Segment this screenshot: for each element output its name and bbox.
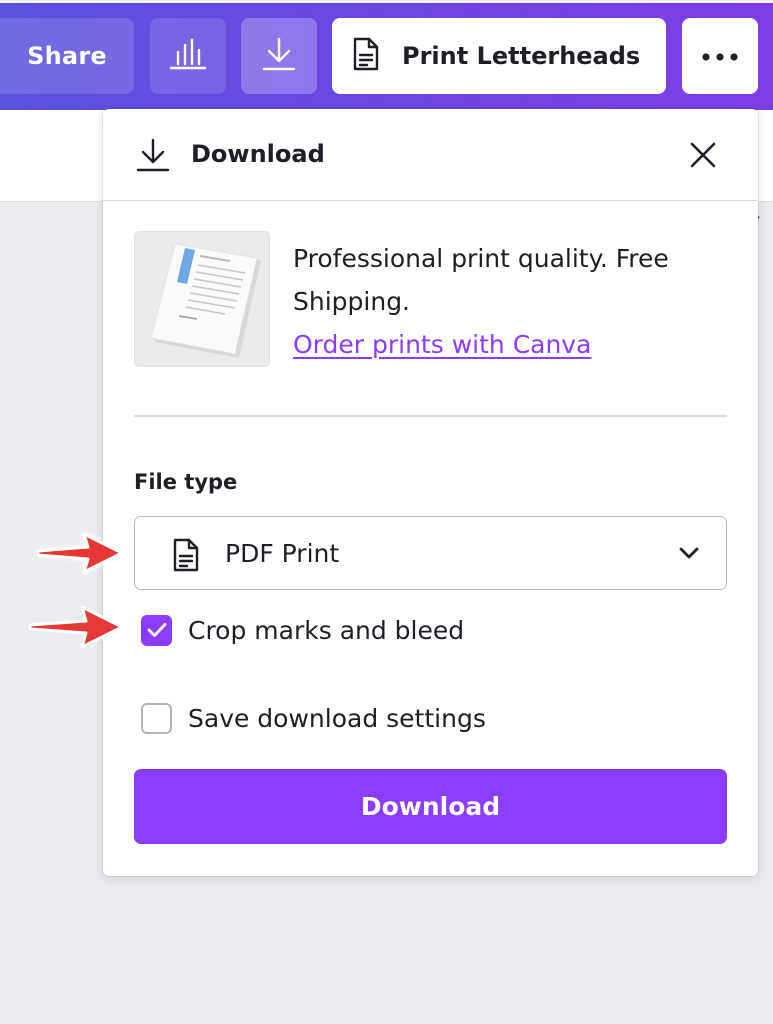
file-type-value: PDF Print	[225, 539, 340, 568]
print-letterheads-label: Print Letterheads	[402, 42, 641, 70]
document-icon	[352, 36, 380, 76]
download-toolbar-button[interactable]	[241, 18, 317, 94]
save-settings-label: Save download settings	[188, 703, 486, 733]
download-panel-header: Download	[103, 109, 758, 201]
save-settings-option[interactable]: Save download settings	[141, 701, 486, 735]
crop-marks-checkbox[interactable]	[141, 614, 172, 646]
file-type-label: File type	[134, 470, 238, 494]
annotation-arrow-icon	[28, 605, 124, 649]
crop-marks-option[interactable]: Crop marks and bleed	[141, 613, 464, 647]
more-dots-icon	[700, 47, 740, 66]
download-icon	[135, 137, 171, 177]
download-button-label: Download	[360, 792, 501, 821]
close-icon[interactable]	[687, 139, 719, 171]
download-icon	[261, 36, 297, 76]
print-letterheads-button[interactable]: Print Letterheads	[332, 18, 666, 94]
panel-title: Download	[191, 140, 325, 168]
document-icon	[172, 537, 200, 577]
top-toolbar: Share Print Letterheads	[0, 0, 773, 110]
annotation-arrow-icon	[36, 532, 124, 574]
chevron-down-icon	[678, 545, 700, 564]
save-settings-checkbox[interactable]	[141, 702, 172, 734]
crop-marks-label: Crop marks and bleed	[188, 615, 465, 645]
more-options-button[interactable]	[682, 18, 758, 94]
checkmark-icon	[147, 623, 166, 637]
insights-button[interactable]	[150, 18, 226, 94]
order-prints-link[interactable]: Order prints with Canva	[293, 323, 591, 366]
download-button[interactable]: Download	[134, 769, 727, 844]
bar-chart-icon	[168, 37, 208, 75]
promo-text: Professional print quality. Free Shippin…	[293, 244, 669, 316]
share-button[interactable]: Share	[0, 18, 134, 94]
section-divider	[134, 415, 727, 417]
download-panel: Download Professional print quality. Fre…	[103, 109, 758, 876]
file-type-select[interactable]: PDF Print	[134, 516, 727, 590]
print-preview-image	[134, 231, 270, 367]
share-label: Share	[27, 42, 107, 70]
